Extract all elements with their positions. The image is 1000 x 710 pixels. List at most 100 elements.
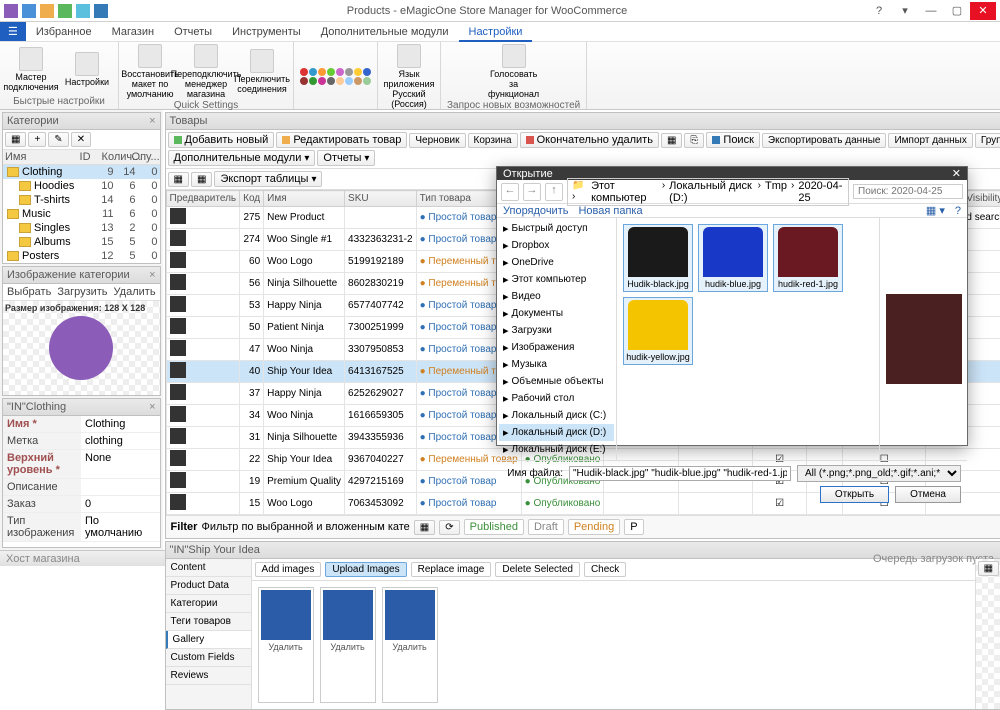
cancel-button[interactable]: Отмена: [895, 486, 961, 503]
gallery-item[interactable]: Удалить: [258, 587, 314, 703]
ribbon-tab[interactable]: Настройки: [459, 24, 533, 42]
delete-button[interactable]: Окончательно удалить: [520, 132, 659, 148]
file-item[interactable]: hudik-blue.jpg: [698, 224, 768, 292]
tool-button[interactable]: ⎘: [684, 133, 704, 148]
addons-button[interactable]: Дополнительные модули ▾: [168, 150, 316, 166]
sidebar-item[interactable]: ▸Видео: [499, 288, 614, 305]
ribbon-tab[interactable]: Магазин: [102, 24, 164, 40]
detail-tab[interactable]: Reviews: [166, 667, 251, 685]
add-images-button[interactable]: Add images: [255, 562, 322, 577]
theme-swatch[interactable]: [363, 68, 371, 76]
gallery-item[interactable]: Удалить: [382, 587, 438, 703]
form-field[interactable]: 0: [81, 496, 160, 512]
check-button[interactable]: Check: [584, 562, 626, 577]
theme-swatch[interactable]: [309, 68, 317, 76]
detail-tab[interactable]: Теги товаров: [166, 613, 251, 631]
maximize-button[interactable]: ▢: [944, 2, 970, 20]
tool-button[interactable]: ✕: [71, 132, 91, 147]
detail-tab[interactable]: Custom Fields: [166, 649, 251, 667]
breadcrumb-item[interactable]: Tmp: [765, 180, 787, 204]
export-table-button[interactable]: Экспорт таблицы ▾: [214, 171, 322, 187]
up-button[interactable]: ↑: [545, 183, 563, 201]
tool-button[interactable]: ▦: [5, 132, 26, 147]
ribbon-tab[interactable]: Инструменты: [222, 24, 311, 40]
open-button[interactable]: Открыть: [820, 486, 889, 503]
sidebar-item[interactable]: ▸Локальный диск (E:): [499, 441, 614, 458]
dialog-sidebar[interactable]: ▸Быстрый доступ▸Dropbox▸OneDrive▸Этот ко…: [497, 218, 617, 460]
filter-pending[interactable]: Pending: [568, 519, 620, 535]
back-button[interactable]: ←: [501, 183, 519, 201]
tree-row[interactable]: Hoodies1060: [3, 179, 160, 193]
ribbon-tab[interactable]: Отчеты: [164, 24, 222, 40]
form-field[interactable]: None: [81, 450, 160, 478]
tool-button[interactable]: ▦: [191, 172, 212, 187]
theme-swatch[interactable]: [336, 68, 344, 76]
ribbon-button[interactable]: Язык приложения Русский (Россия): [384, 44, 434, 110]
sidebar-item[interactable]: ▸Объемные объекты: [499, 373, 614, 390]
dialog-close-button[interactable]: ✕: [952, 167, 961, 180]
tool-button[interactable]: ✎: [48, 132, 68, 147]
breadcrumb-item[interactable]: 2020-04-25: [798, 180, 844, 204]
file-item[interactable]: hudik-red-1.jpg: [773, 224, 843, 292]
theme-swatch[interactable]: [318, 68, 326, 76]
qat-icon[interactable]: [94, 4, 108, 18]
ribbon-button[interactable]: Переподключить менеджер магазина: [181, 44, 231, 100]
detail-tab[interactable]: Категории: [166, 595, 251, 613]
detail-tab[interactable]: Content: [166, 559, 251, 577]
file-item[interactable]: hudik-yellow.jpg: [623, 297, 693, 365]
organize-button[interactable]: Упорядочить: [503, 205, 568, 217]
search-input[interactable]: [853, 184, 963, 199]
delete-link[interactable]: Удалить: [261, 642, 311, 652]
form-field[interactable]: Clothing: [81, 416, 160, 432]
filetype-select[interactable]: All (*.png;*.png_old;*.gif;*.ani;*: [797, 465, 961, 482]
tree-row[interactable]: T-shirts1460: [3, 193, 160, 207]
sidebar-item[interactable]: ▸Загрузки: [499, 322, 614, 339]
theme-swatch[interactable]: [327, 77, 335, 85]
theme-swatch[interactable]: [345, 77, 353, 85]
column-header[interactable]: Имя: [264, 191, 345, 207]
draft-button[interactable]: Черновик: [409, 133, 465, 148]
view-button[interactable]: ▦ ▾: [926, 204, 945, 217]
reports-button[interactable]: Отчеты ▾: [317, 150, 375, 166]
export-button[interactable]: Экспортировать данные: [762, 133, 887, 148]
sidebar-item[interactable]: ▸Локальный диск (C:): [499, 407, 614, 424]
edit-button[interactable]: Редактировать товар: [276, 132, 407, 148]
filter-button[interactable]: ⟳: [439, 520, 459, 535]
theme-swatch[interactable]: [336, 77, 344, 85]
tree-row[interactable]: Singles1320: [3, 221, 160, 235]
help-button[interactable]: ?: [866, 2, 892, 20]
sidebar-item[interactable]: ▸Рабочий стол: [499, 390, 614, 407]
form-field[interactable]: По умолчанию: [81, 513, 160, 541]
search-button[interactable]: Поиск: [706, 132, 759, 148]
tool-button[interactable]: +: [28, 132, 46, 147]
sidebar-item[interactable]: ▸Dropbox: [499, 237, 614, 254]
qat-icon[interactable]: [58, 4, 72, 18]
sidebar-item[interactable]: ▸OneDrive: [499, 254, 614, 271]
sidebar-item[interactable]: ▸Музыка: [499, 356, 614, 373]
ribbon-button[interactable]: Переключить соединения: [237, 49, 287, 95]
tree-row[interactable]: Clothing9140: [3, 165, 160, 179]
file-item[interactable]: Hudik-black.jpg: [623, 224, 693, 292]
file-tab[interactable]: ☰: [0, 22, 26, 41]
ribbon-button[interactable]: Голосовать за функционал: [489, 44, 539, 100]
dialog-files[interactable]: Hudik-black.jpghudik-blue.jpghudik-red-1…: [617, 218, 879, 460]
tree-row[interactable]: Posters1250: [3, 249, 160, 263]
delete-link[interactable]: Удалить: [323, 642, 373, 652]
breadcrumb-item[interactable]: Локальный диск (D:): [669, 180, 753, 204]
trash-button[interactable]: Корзина: [468, 133, 518, 148]
ribbon-tab[interactable]: Избранное: [26, 24, 102, 40]
close-icon[interactable]: ×: [149, 269, 155, 281]
tool-button[interactable]: ▦: [661, 133, 682, 148]
address-bar[interactable]: 📁 › Этот компьютер › Локальный диск (D:)…: [567, 178, 849, 206]
column-header[interactable]: SKU: [345, 191, 417, 207]
theme-swatch[interactable]: [354, 77, 362, 85]
new-folder-button[interactable]: Новая папка: [578, 205, 642, 217]
gallery-item[interactable]: Удалить: [320, 587, 376, 703]
theme-swatch[interactable]: [327, 68, 335, 76]
sidebar-item[interactable]: ▸Изображения: [499, 339, 614, 356]
close-icon[interactable]: ×: [149, 115, 155, 127]
close-icon[interactable]: ×: [149, 401, 155, 413]
theme-swatch[interactable]: [345, 68, 353, 76]
filename-input[interactable]: [569, 466, 791, 481]
ribbon-toggle[interactable]: ▾: [892, 2, 918, 20]
